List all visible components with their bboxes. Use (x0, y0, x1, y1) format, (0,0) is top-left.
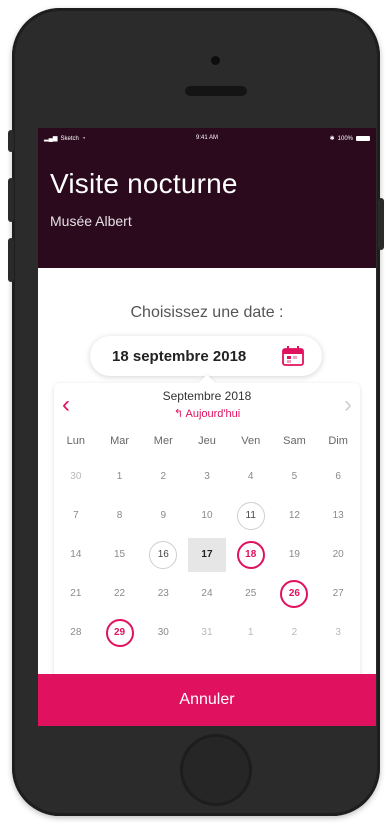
calendar-day[interactable]: 20 (324, 541, 352, 569)
weekday-label: Sam (283, 435, 306, 447)
calendar-day[interactable]: 11 (236, 501, 265, 530)
calendar-day[interactable]: 5 (280, 463, 308, 491)
calendar-day[interactable]: 2 (149, 463, 177, 491)
today-link[interactable]: ↰ Aujourd'hui (54, 407, 360, 420)
calendar-day[interactable]: 30 (149, 619, 177, 647)
calendar-day[interactable]: 29 (105, 618, 134, 647)
calendar-day[interactable]: 10 (193, 502, 221, 530)
calendar-grid: 30 1 2 3 4 5 6 7 8 9 10 11 12 13 14 15 16 17 18 19 20 21 22 23 2… (54, 457, 360, 652)
calendar-day[interactable]: 23 (149, 580, 177, 608)
calendar-icon[interactable] (282, 346, 304, 366)
calendar-day[interactable]: 15 (106, 541, 134, 569)
date-prompt: Choisissez une date : (130, 304, 284, 321)
calendar-day: 1 (247, 627, 254, 638)
date-field[interactable]: 18 septembre 2018 (90, 336, 322, 376)
camera-icon (211, 56, 220, 65)
calendar-day[interactable]: 24 (193, 580, 221, 608)
calendar-day[interactable]: 9 (149, 502, 177, 530)
calendar-day[interactable]: 4 (237, 463, 265, 491)
page-title: Visite nocturne (50, 168, 238, 199)
app-screen: ▂▄▆ Sketch ◔ 9:41 AM ✱ 100% Visite noctu… (38, 128, 376, 726)
header: Visite nocturne Musée Albert (38, 150, 376, 268)
weekday-label: Jeu (198, 435, 216, 447)
battery-icon (356, 136, 370, 141)
calendar-day[interactable]: 7 (62, 502, 90, 530)
calendar-day[interactable]: 6 (324, 463, 352, 491)
month-label: Septembre 2018 (162, 389, 252, 403)
calendar-day[interactable]: 12 (280, 502, 308, 530)
volume-up-button (8, 178, 14, 222)
calendar-day[interactable]: 19 (280, 541, 308, 569)
calendar-day[interactable]: 18 (236, 540, 265, 569)
calendar-day[interactable]: 26 (280, 579, 309, 608)
calendar-day[interactable]: 3 (193, 463, 221, 491)
calendar-day[interactable]: 8 (106, 502, 134, 530)
calendar-day: 3 (335, 627, 341, 638)
home-button[interactable] (180, 734, 252, 806)
calendar-day: 31 (201, 627, 213, 638)
volume-down-button (8, 238, 14, 282)
calendar-day[interactable]: 13 (324, 502, 352, 530)
mute-switch (8, 130, 14, 152)
calendar-day[interactable]: 14 (62, 541, 90, 569)
calendar-day[interactable]: 25 (237, 580, 265, 608)
weekday-label: Ven (241, 435, 261, 447)
clock: 9:41 AM (195, 135, 218, 141)
cancel-button[interactable]: Annuler (38, 674, 376, 726)
page-subtitle: Musée Albert (50, 213, 132, 229)
calendar-day[interactable]: 27 (324, 580, 352, 608)
calendar-day[interactable]: 22 (106, 580, 134, 608)
calendar-day: 2 (291, 627, 298, 638)
calendar-day[interactable]: 1 (106, 463, 134, 491)
date-field-value: 18 septembre 2018 (112, 348, 247, 365)
speaker-grille (185, 86, 247, 96)
weekday-header: Lun Mar Mer Jeu Ven Sam Dim (54, 435, 360, 447)
weekday-label: Lun (66, 435, 86, 447)
calendar-day[interactable]: 28 (62, 619, 90, 647)
status-bar: ▂▄▆ Sketch ◔ 9:41 AM ✱ 100% (38, 128, 376, 150)
calendar-day[interactable]: 17 (187, 537, 226, 572)
calendar-popup: ‹ › Septembre 2018 ↰ Aujourd'hui Lun Mar… (54, 374, 360, 683)
power-button (378, 198, 384, 250)
return-arrow-icon: ↰ (173, 408, 186, 420)
today-link-label: Aujourd'hui (185, 408, 241, 420)
weekday-label: Mer (153, 435, 173, 447)
weekday-label: Mar (110, 435, 130, 447)
calendar-day: 30 (70, 471, 82, 482)
bluetooth-icon: ✱ (329, 136, 335, 142)
calendar-day[interactable]: 16 (149, 540, 178, 569)
battery-percent: 100% (337, 135, 353, 142)
calendar-day[interactable]: 21 (62, 580, 90, 608)
weekday-label: Dim (328, 435, 348, 447)
